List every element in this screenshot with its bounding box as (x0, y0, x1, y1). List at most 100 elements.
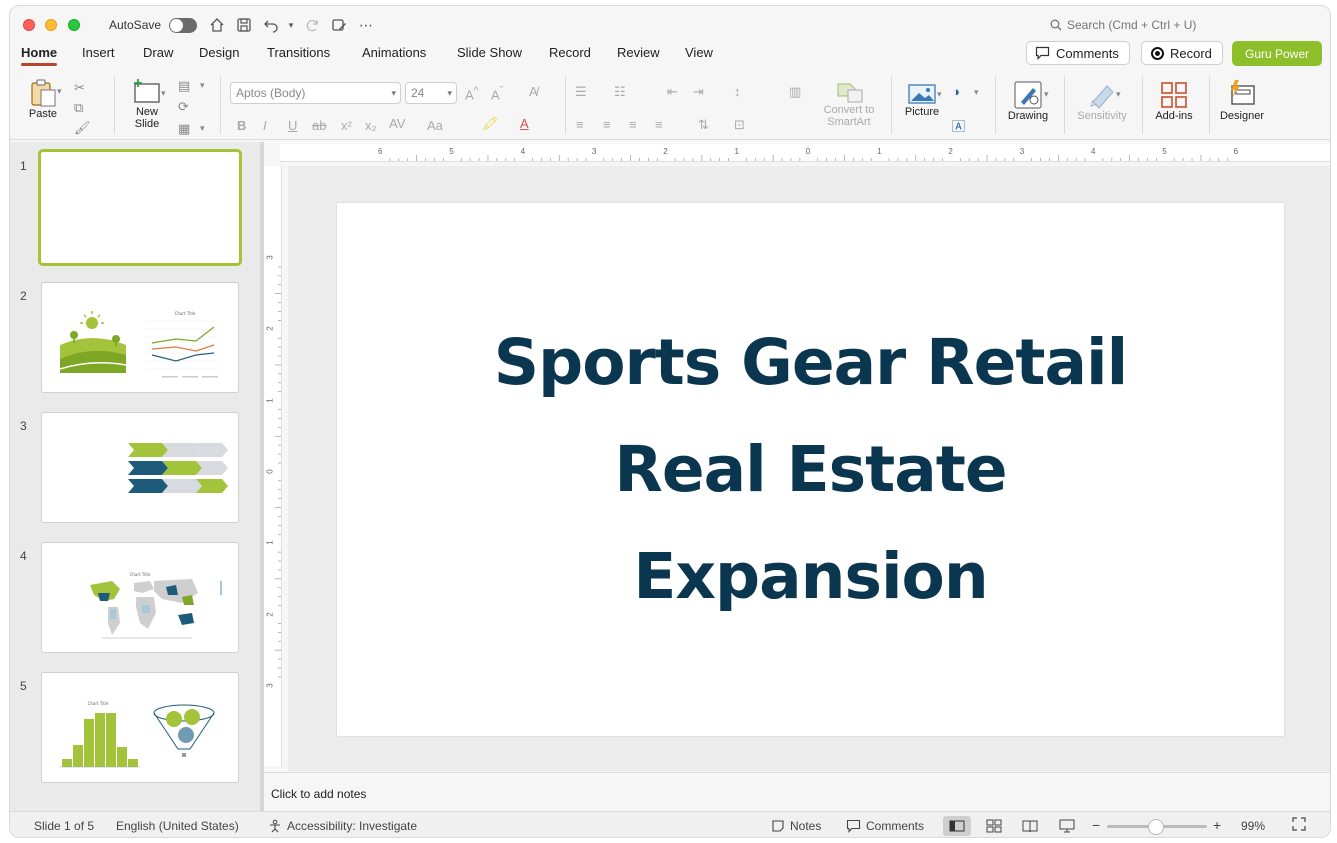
clear-formatting-icon[interactable]: A̸ (529, 84, 538, 99)
character-spacing-icon[interactable]: AV (389, 116, 405, 131)
text-direction-icon[interactable]: ⇅ (698, 117, 709, 133)
picture-button[interactable]: Picture (900, 82, 944, 118)
record-button[interactable]: Record (1141, 41, 1223, 65)
line-spacing-icon[interactable]: ↕ (734, 84, 741, 99)
accessibility-button[interactable]: Accessibility: Investigate (268, 819, 417, 833)
slide-thumbnail-5[interactable]: Chart Title (41, 672, 239, 783)
zoom-out-icon[interactable]: − (1092, 817, 1100, 833)
slide-thumbnail-4[interactable]: Chart Title (41, 542, 239, 653)
copy-icon[interactable]: ⧉ (74, 100, 83, 116)
shapes-icon[interactable]: ◑ (952, 84, 960, 99)
bullets-icon[interactable]: ☰ (575, 84, 587, 100)
drawing-dropdown-icon[interactable]: ▾ (1044, 89, 1049, 100)
home-icon[interactable] (207, 15, 227, 35)
slide-title[interactable]: Sports Gear Retail Real Estate Expansion (494, 309, 1128, 630)
increase-indent-icon[interactable]: ⇥ (693, 84, 704, 100)
sensitivity-dropdown-icon[interactable]: ▾ (1116, 89, 1121, 100)
tab-transitions[interactable]: Transitions (267, 45, 330, 60)
tab-view[interactable]: View (685, 45, 713, 60)
redo-icon[interactable] (302, 15, 322, 35)
zoom-slider-handle[interactable] (1148, 819, 1164, 835)
search-box[interactable]: Search (Cmd + Ctrl + U) (1050, 18, 1196, 32)
align-center-icon[interactable]: ≡ (603, 117, 611, 132)
shapes-dropdown-icon[interactable]: ▾ (974, 87, 979, 98)
slide-thumbnail-1[interactable] (38, 149, 242, 266)
zoom-in-icon[interactable]: + (1213, 817, 1221, 833)
justify-icon[interactable]: ≡ (655, 117, 663, 132)
tab-record[interactable]: Record (549, 45, 591, 60)
save-icon[interactable] (234, 15, 254, 35)
normal-view-button[interactable] (943, 816, 971, 836)
align-left-icon[interactable]: ≡ (576, 117, 584, 132)
vertical-ruler[interactable]: 3 2 1 0 1 2 3 (264, 166, 282, 766)
tab-insert[interactable]: Insert (82, 45, 115, 60)
section-icon[interactable]: ▦ (178, 121, 190, 137)
close-window-button[interactable] (23, 19, 35, 31)
customize-icon[interactable] (329, 15, 349, 35)
slide-thumbnail-2[interactable]: Chart Title (41, 282, 239, 393)
current-slide[interactable]: Sports Gear Retail Real Estate Expansion (337, 203, 1284, 736)
guru-power-button[interactable]: Guru Power (1232, 41, 1322, 66)
tab-review[interactable]: Review (617, 45, 660, 60)
numbering-icon[interactable]: ☷ (614, 84, 626, 100)
zoom-level[interactable]: 99% (1241, 819, 1265, 833)
notes-pane[interactable]: Click to add notes (264, 772, 1330, 810)
convert-smartart-button[interactable]: Convert to SmartArt (816, 80, 882, 128)
slide-thumbnail-3[interactable] (41, 412, 239, 523)
tab-draw[interactable]: Draw (143, 45, 173, 60)
reading-view-button[interactable] (1016, 816, 1044, 836)
reset-icon[interactable]: ⟳ (178, 99, 189, 115)
tab-home[interactable]: Home (21, 45, 58, 66)
layout-dropdown-icon[interactable]: ▾ (200, 80, 205, 91)
underline-icon[interactable]: U (288, 118, 297, 133)
add-ins-button[interactable]: Add-ins (1150, 80, 1198, 122)
superscript-icon[interactable]: x² (341, 118, 352, 133)
drawing-button[interactable]: Drawing (1006, 80, 1050, 122)
designer-button[interactable]: Designer (1216, 78, 1268, 122)
tab-animations[interactable]: Animations (362, 45, 426, 60)
sensitivity-button[interactable]: Sensitivity (1072, 80, 1132, 122)
slide-thumbnail-pane[interactable]: 1 2 Chart Title 3 4 Chart Title 5 Chart … (10, 142, 260, 811)
undo-dropdown-icon[interactable]: ▾ (281, 15, 301, 35)
new-slide-button[interactable]: New Slide (125, 78, 169, 130)
highlight-icon[interactable]: 🖍 (482, 116, 499, 132)
language-indicator[interactable]: English (United States) (116, 819, 239, 833)
font-name-select[interactable]: Aptos (Body) ▾ (230, 82, 401, 104)
italic-icon[interactable]: I (263, 118, 267, 133)
section-dropdown-icon[interactable]: ▾ (200, 123, 205, 134)
subscript-icon[interactable]: x₂ (365, 118, 377, 133)
align-right-icon[interactable]: ≡ (629, 117, 637, 132)
decrease-indent-icon[interactable]: ⇤ (667, 84, 678, 100)
align-text-icon[interactable]: ⊡ (734, 117, 745, 133)
undo-icon[interactable] (261, 15, 281, 35)
slide-sorter-button[interactable] (980, 816, 1008, 836)
bold-icon[interactable]: B (237, 118, 246, 133)
text-box-icon[interactable]: 🄰 (952, 116, 965, 135)
cut-icon[interactable]: ✂ (74, 80, 85, 96)
new-slide-dropdown-icon[interactable]: ▾ (161, 88, 166, 99)
more-icon[interactable]: ⋯ (356, 15, 376, 35)
tab-slide-show[interactable]: Slide Show (457, 45, 522, 60)
paste-dropdown-icon[interactable]: ▾ (57, 86, 62, 97)
horizontal-ruler[interactable]: 6 5 4 3 2 1 0 1 2 3 4 5 6 (280, 144, 1330, 162)
notes-toggle-button[interactable]: Notes (771, 819, 821, 833)
comments-toggle-button[interactable]: Comments (846, 819, 924, 833)
autosave-toggle[interactable] (169, 18, 197, 33)
decrease-font-icon[interactable]: Aˇ (491, 85, 503, 102)
font-color-icon[interactable]: A (520, 116, 529, 131)
columns-icon[interactable]: ▥ (789, 84, 801, 100)
change-case-icon[interactable]: Aa (427, 118, 443, 133)
minimize-window-button[interactable] (45, 19, 57, 31)
strikethrough-icon[interactable]: ab (312, 118, 326, 133)
picture-dropdown-icon[interactable]: ▾ (937, 89, 942, 100)
comments-button[interactable]: Comments (1026, 41, 1130, 65)
maximize-window-button[interactable] (68, 19, 80, 31)
format-painter-icon[interactable]: 🖌 (74, 120, 91, 136)
fit-to-window-icon[interactable] (1292, 817, 1306, 831)
tab-design[interactable]: Design (199, 45, 239, 60)
font-size-select[interactable]: 24 ▾ (405, 82, 457, 104)
slideshow-view-button[interactable] (1053, 816, 1081, 836)
layout-icon[interactable]: ▤ (178, 78, 190, 94)
paste-button[interactable]: Paste (24, 78, 62, 120)
increase-font-icon[interactable]: A^ (465, 85, 479, 102)
